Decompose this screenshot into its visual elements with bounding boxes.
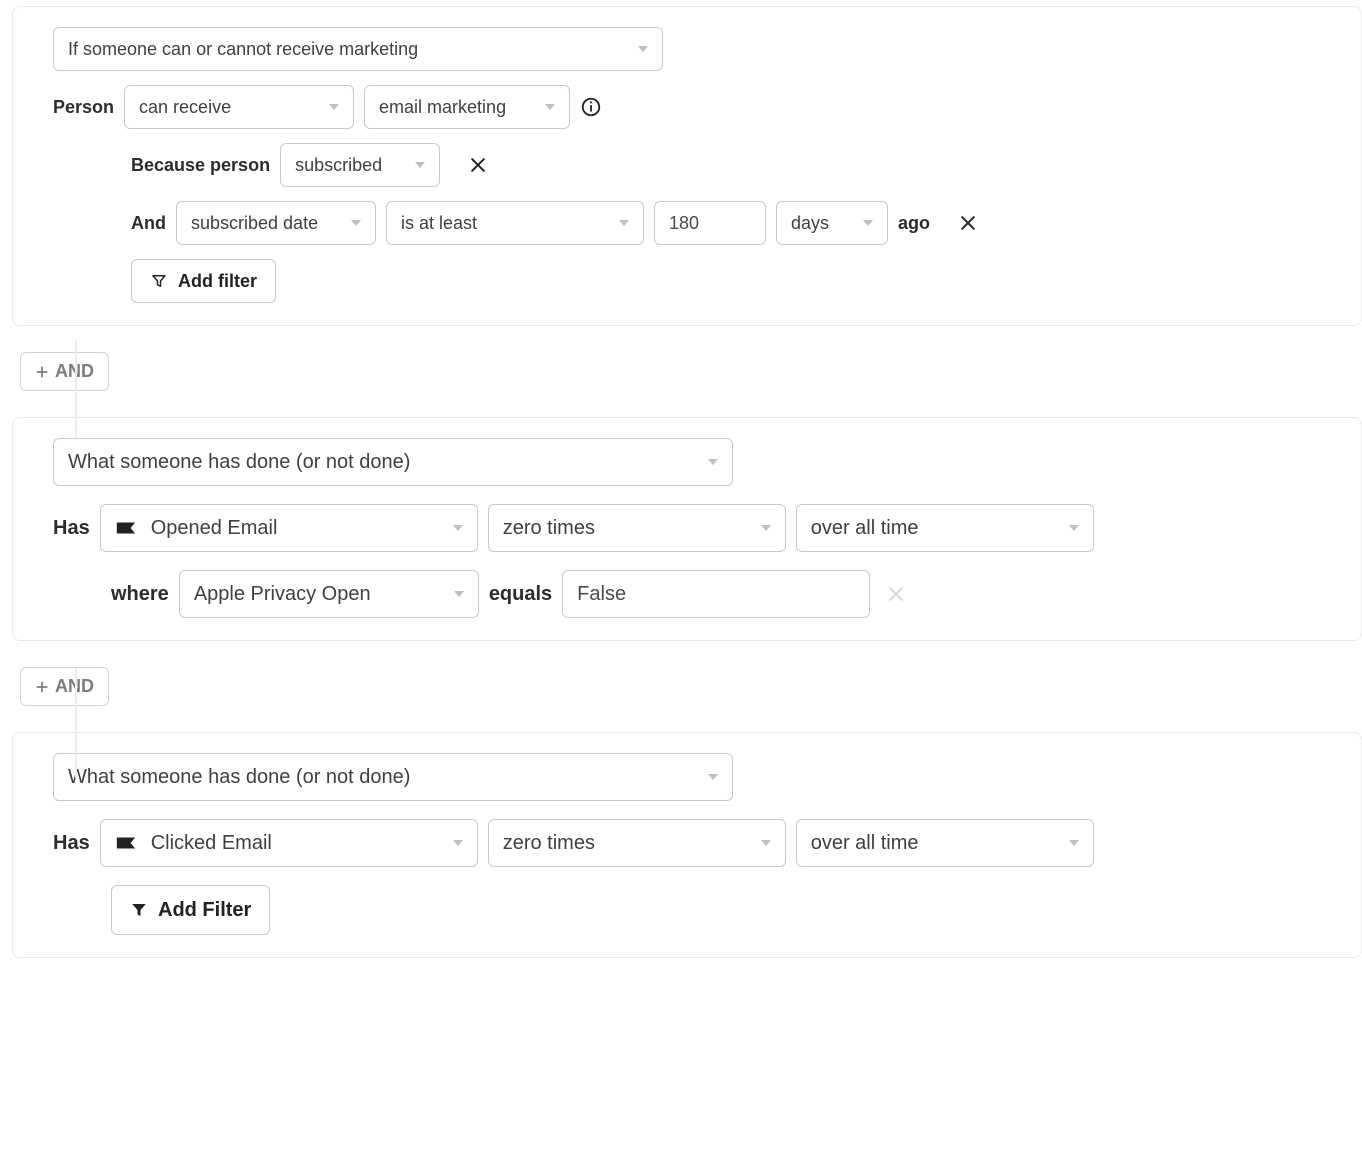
can-receive-select[interactable]: can receive: [124, 85, 354, 129]
and-connector[interactable]: AND: [20, 667, 109, 706]
chevron-down-icon: [351, 220, 361, 226]
connector-line: [75, 340, 77, 440]
date-field-select[interactable]: subscribed date: [176, 201, 376, 245]
date-op-select[interactable]: is at least: [386, 201, 644, 245]
chevron-down-icon: [545, 104, 555, 110]
timeframe-select[interactable]: over all time: [796, 819, 1094, 867]
chevron-down-icon: [638, 46, 648, 52]
chevron-down-icon: [453, 525, 463, 531]
chevron-down-icon: [761, 840, 771, 846]
select-value: If someone can or cannot receive marketi…: [68, 39, 418, 60]
chevron-down-icon: [863, 220, 873, 226]
event-select[interactable]: Opened Email: [100, 504, 478, 552]
plus-icon: [35, 680, 49, 694]
condition-block-marketing: If someone can or cannot receive marketi…: [12, 6, 1362, 326]
condition-type-select[interactable]: What someone has done (or not done): [53, 438, 733, 486]
count-select[interactable]: zero times: [488, 819, 786, 867]
date-value-input[interactable]: 180: [654, 201, 766, 245]
because-select[interactable]: subscribed: [280, 143, 440, 187]
where-op-label: equals: [489, 583, 552, 606]
person-label: Person: [53, 97, 114, 118]
chevron-down-icon: [619, 220, 629, 226]
channel-select[interactable]: email marketing: [364, 85, 570, 129]
remove-icon[interactable]: [468, 155, 488, 175]
flag-icon: [115, 835, 137, 851]
where-prop-select[interactable]: Apple Privacy Open: [179, 570, 479, 618]
add-filter-button[interactable]: Add Filter: [111, 885, 270, 935]
ago-label: ago: [898, 213, 930, 234]
has-label: Has: [53, 832, 90, 855]
add-filter-button[interactable]: Add filter: [131, 259, 276, 303]
chevron-down-icon: [708, 459, 718, 465]
plus-icon: [35, 365, 49, 379]
condition-block-clicked: What someone has done (or not done) Has …: [12, 732, 1362, 958]
remove-icon[interactable]: [886, 584, 906, 604]
condition-type-select[interactable]: What someone has done (or not done): [53, 753, 733, 801]
date-unit-select[interactable]: days: [776, 201, 888, 245]
count-select[interactable]: zero times: [488, 504, 786, 552]
and-connector[interactable]: AND: [20, 352, 109, 391]
chevron-down-icon: [708, 774, 718, 780]
info-icon[interactable]: [580, 96, 602, 118]
chevron-down-icon: [1069, 840, 1079, 846]
chevron-down-icon: [415, 162, 425, 168]
connector-line: [75, 668, 77, 778]
because-label: Because person: [131, 155, 270, 176]
timeframe-select[interactable]: over all time: [796, 504, 1094, 552]
where-value-input[interactable]: False: [562, 570, 870, 618]
has-label: Has: [53, 517, 90, 540]
and-label: And: [131, 213, 166, 234]
chevron-down-icon: [1069, 525, 1079, 531]
remove-icon[interactable]: [958, 213, 978, 233]
chevron-down-icon: [761, 525, 771, 531]
event-select[interactable]: Clicked Email: [100, 819, 478, 867]
chevron-down-icon: [329, 104, 339, 110]
chevron-down-icon: [454, 591, 464, 597]
flag-icon: [115, 520, 137, 536]
funnel-icon: [150, 272, 168, 290]
condition-type-select[interactable]: If someone can or cannot receive marketi…: [53, 27, 663, 71]
where-label: where: [111, 583, 169, 606]
chevron-down-icon: [453, 840, 463, 846]
funnel-icon: [130, 901, 148, 919]
condition-block-opened: What someone has done (or not done) Has …: [12, 417, 1362, 641]
